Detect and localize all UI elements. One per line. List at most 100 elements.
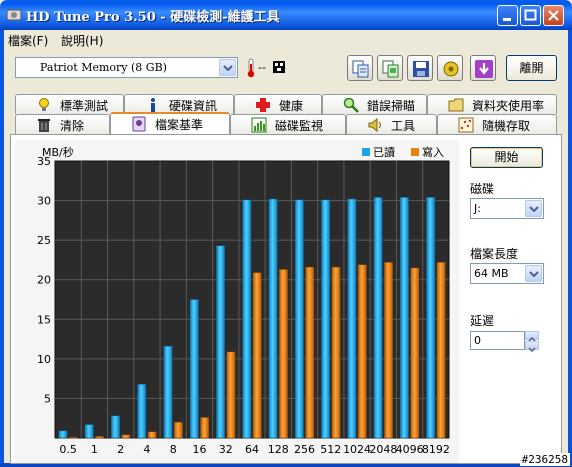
disk-select-value: J: <box>474 202 481 215</box>
legend-label-read: 已讀 <box>373 146 395 159</box>
delay-input[interactable]: 0 <box>470 331 525 350</box>
tab-label: 健康 <box>279 99 304 113</box>
bar-read <box>111 415 120 439</box>
tab-disk-monitor[interactable]: 磁碟監視 <box>230 114 346 134</box>
y-tick-label: 5 <box>44 392 51 405</box>
thermometer-icon <box>247 58 255 78</box>
title-bar[interactable]: HD Tune Pro 3.50 - 硬碟檢測-維護工具 <box>0 0 572 30</box>
legend-label-write: 寫入 <box>422 146 444 159</box>
x-tick-label: 512 <box>320 443 341 456</box>
bar-read <box>84 424 94 439</box>
bar-write <box>357 264 367 439</box>
bar-write <box>68 436 78 439</box>
x-tick-label: 128 <box>268 443 289 456</box>
options-icon <box>443 61 459 77</box>
copy-screen-icon <box>382 60 399 78</box>
app-icon <box>6 9 22 21</box>
x-tick-label: 256 <box>294 443 315 456</box>
tab-label: 隨機存取 <box>482 119 531 133</box>
tab-tools[interactable]: 工具 <box>346 114 437 134</box>
legend-swatch-read <box>362 148 370 156</box>
bar-read <box>347 198 357 439</box>
bar-read <box>426 197 436 439</box>
legend-swatch-write <box>411 148 419 156</box>
health-disk-icon <box>273 61 285 73</box>
trash-icon <box>38 119 50 132</box>
delay-label: 延遲 <box>470 314 495 328</box>
save-icon <box>413 61 429 77</box>
temperature-value: -- <box>258 61 266 74</box>
lightbulb-icon <box>39 98 49 111</box>
bar-write <box>173 421 183 439</box>
x-tick-label: 1 <box>91 443 98 456</box>
x-tick-label: 1024 <box>343 443 371 456</box>
y-tick-label: 20 <box>37 274 51 287</box>
menu-file[interactable]: 檔案(F) <box>8 32 48 49</box>
y-tick-label: 15 <box>37 313 51 326</box>
chart-y-axis-label: MB/秒 <box>42 146 74 159</box>
tab-label: 標準測試 <box>60 99 109 113</box>
close-button[interactable] <box>543 5 564 26</box>
tab-random-access[interactable]: 隨機存取 <box>437 114 557 134</box>
file-length-value: 64 MB <box>474 267 509 280</box>
tab-health[interactable]: 健康 <box>234 94 322 114</box>
tab-label: 資料夾使用率 <box>472 99 545 113</box>
chevron-down-icon <box>528 347 536 353</box>
tab-folder-usage[interactable]: 資料夾使用率 <box>427 94 557 114</box>
save-button[interactable] <box>407 55 433 81</box>
speaker-icon <box>368 117 381 133</box>
start-button[interactable]: 開始 <box>470 147 543 168</box>
close-icon <box>548 10 559 21</box>
tab-label: 錯誤掃瞄 <box>367 99 416 113</box>
exit-button[interactable]: 離開 <box>506 55 557 81</box>
copy-screen-button[interactable] <box>377 55 403 81</box>
file-length-dropdown-button[interactable] <box>525 265 542 282</box>
chevron-down-icon <box>529 206 539 212</box>
x-tick-label: 2 <box>117 443 124 456</box>
x-tick-label: 4 <box>143 443 150 456</box>
tab-drive-info[interactable]: 硬碟資訊 <box>124 94 234 114</box>
tab-label: 磁碟監視 <box>275 119 324 133</box>
tab-error-scan[interactable]: 錯誤掃瞄 <box>322 94 427 114</box>
disk-select[interactable]: J: <box>470 198 544 219</box>
tab-label: 工具 <box>391 119 416 133</box>
window-frame-left <box>0 30 4 467</box>
tab-label: 清除 <box>60 119 85 133</box>
bar-write <box>252 272 262 439</box>
x-tick-label: 8 <box>170 443 177 456</box>
down-arrow-button[interactable] <box>470 55 496 81</box>
minimize-button[interactable] <box>497 5 518 26</box>
bar-write <box>436 262 446 439</box>
disk-dropdown-button[interactable] <box>525 200 542 217</box>
maximize-button[interactable] <box>520 5 541 26</box>
delay-increment-button[interactable] <box>525 331 539 342</box>
drive-select[interactable]: Patriot Memory (8 GB) <box>15 57 238 78</box>
monitor-icon <box>251 117 267 133</box>
y-tick-label: 30 <box>37 195 51 208</box>
window-frame-right <box>568 30 572 467</box>
menu-help[interactable]: 說明(H) <box>61 32 103 49</box>
bar-write <box>384 262 393 439</box>
copy-info-button[interactable] <box>347 55 373 81</box>
down-arrow-icon <box>475 60 493 78</box>
options-button[interactable] <box>437 55 463 81</box>
tab-benchmark[interactable]: 標準測試 <box>15 94 124 114</box>
legend-write: 寫入 <box>411 144 444 160</box>
bar-write <box>279 269 288 439</box>
bar-read <box>216 245 225 439</box>
copy-info-icon <box>352 60 369 78</box>
bar-read <box>137 383 147 439</box>
chart-svg: 51015202530350.5 1 2 4 8 16 32 64 128 256 512 10242… <box>37 155 450 456</box>
bar-read <box>294 199 304 439</box>
y-tick-label: 25 <box>37 234 51 247</box>
delay-decrement-button[interactable] <box>525 341 539 353</box>
bar-read <box>321 199 331 439</box>
tab-file-benchmark[interactable]: 檔案基準 <box>110 112 230 134</box>
tab-erase[interactable]: 清除 <box>15 114 110 134</box>
x-tick-label: 8192 <box>422 443 450 456</box>
bar-write <box>226 351 236 439</box>
file-length-label: 檔案長度 <box>470 247 519 261</box>
x-tick-label: 4096 <box>396 443 424 456</box>
drive-dropdown-button[interactable] <box>219 59 236 76</box>
file-length-select[interactable]: 64 MB <box>470 263 544 284</box>
